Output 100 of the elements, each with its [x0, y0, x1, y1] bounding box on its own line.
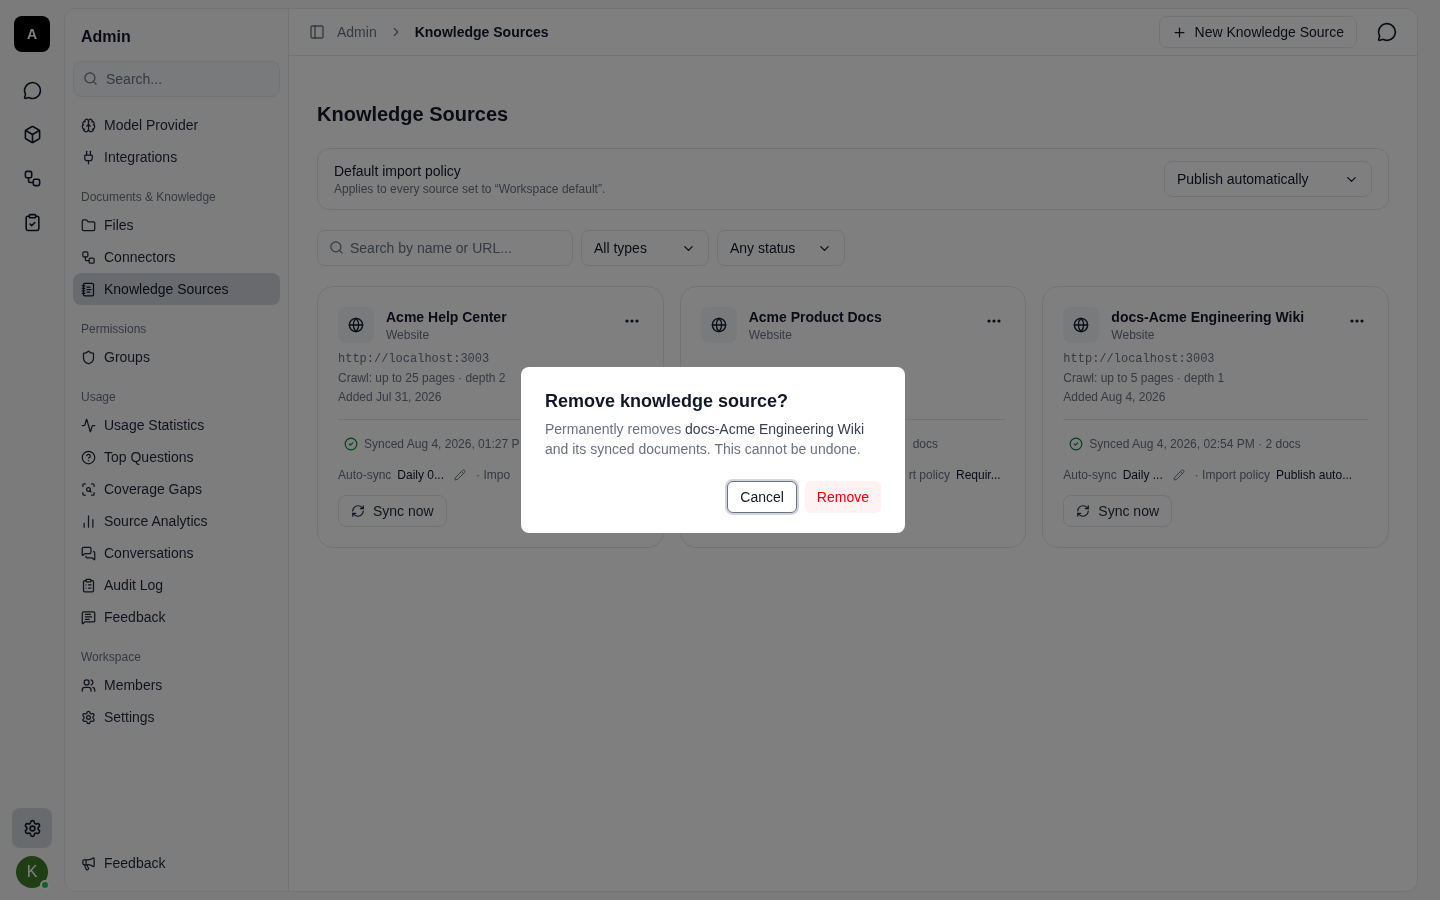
pencil-icon [454, 469, 467, 481]
auto-sync-label: Auto-sync [1063, 467, 1117, 483]
breadcrumb-item: Knowledge Sources [414, 23, 549, 42]
section-heading: Permissions [80, 321, 148, 337]
sidebar-search-field[interactable]: Search... [73, 61, 280, 97]
sidebar-nav-item[interactable]: Model Provider [73, 109, 280, 141]
policy-title: Default import policy [334, 162, 461, 181]
source-type: Website [386, 327, 430, 343]
chat-bubble-icon [22, 80, 42, 100]
sync-status: Synced Aug 4, 2026, 02:54 PM · 2 docs [1089, 435, 1301, 452]
connected-squares-icon [81, 249, 96, 265]
import-policy-label: rt policy [908, 467, 950, 483]
cancel-button[interactable]: Cancel [727, 481, 797, 513]
auto-sync-label: Auto-sync [338, 467, 392, 483]
sidebar-toggle-button[interactable] [309, 24, 325, 40]
question-circle-icon [81, 449, 96, 465]
ellipsis-icon [1350, 319, 1364, 323]
sync-status: docs [912, 435, 939, 452]
dialog-message: Permanently removes docs-Acme Engineering Wiki and its synced documents. This cannot be undone. [545, 420, 866, 459]
workspace-logo[interactable]: A [14, 16, 50, 52]
source-type: Website [1111, 327, 1155, 343]
sidebar-nav-item[interactable]: Feedback [73, 601, 280, 633]
edit-pencil-button[interactable] [1172, 469, 1185, 481]
sidebar-nav-item[interactable]: Files [73, 209, 280, 241]
shield-icon [81, 349, 96, 365]
auto-sync-value: Daily ... [1122, 467, 1163, 483]
policy-description: Applies to every source set to “Workspace default”. [334, 181, 606, 197]
clipboard-check-icon [22, 212, 42, 232]
filter-dropdown[interactable]: Any status [717, 230, 845, 266]
import-policy-label: · Import policy [1194, 467, 1271, 483]
source-name: Acme Help Center [386, 308, 507, 327]
crawl-settings: Crawl: up to 5 pages · depth 1 [1063, 370, 1225, 386]
import-policy-label: · Impo [476, 467, 511, 483]
chat-button[interactable] [1377, 22, 1397, 42]
sidebar-nav-item[interactable]: Members [73, 669, 280, 701]
cube-icon [22, 124, 42, 144]
source-type: Website [748, 327, 792, 343]
notebook-icon [81, 281, 96, 297]
sidebar-nav-item[interactable]: Knowledge Sources [73, 273, 280, 305]
chat-bubbles-icon [81, 545, 96, 561]
page-title: Knowledge Sources [317, 102, 509, 127]
connected-squares-icon [22, 168, 42, 188]
settings-button[interactable] [12, 808, 52, 848]
sidebar-nav-item[interactable]: Conversations [73, 537, 280, 569]
crawl-settings: Crawl: up to 25 pages · depth 2 [338, 370, 506, 386]
chat-bubble-icon [1377, 22, 1397, 42]
pencil-icon [1172, 469, 1185, 481]
import-policy-value: Publish auto... [1276, 467, 1353, 483]
sidebar-nav-item[interactable]: Audit Log [73, 569, 280, 601]
folder-icon [81, 217, 96, 233]
sync-now-button[interactable]: Sync now [1063, 495, 1173, 527]
globe-icon [1063, 307, 1100, 343]
search-icon [329, 240, 344, 255]
megaphone-icon [81, 855, 96, 871]
refresh-icon [351, 504, 365, 518]
sidebar-title: Admin [80, 27, 132, 47]
settings-icon [22, 818, 42, 838]
message-text-icon [81, 609, 96, 625]
source-name: Acme Product Docs [748, 308, 882, 327]
source-url: http://localhost:3003 [338, 351, 490, 367]
activity-icon [81, 417, 96, 433]
sidebar-nav-item[interactable]: Connectors [73, 241, 280, 273]
refresh-icon [1076, 504, 1091, 518]
import-policy-value: Requir... [956, 467, 1001, 483]
bar-chart-icon [81, 513, 96, 529]
users-icon [81, 677, 96, 693]
ellipsis-icon [987, 319, 1002, 323]
sidebar-nav-item[interactable]: Source Analytics [73, 505, 280, 537]
brain-icon [81, 117, 96, 133]
sync-now-button[interactable]: Sync now [338, 495, 447, 527]
added-date: Added Aug 4, 2026 [1063, 389, 1166, 405]
scan-search-icon [81, 481, 96, 497]
clipboard-list-icon [81, 577, 96, 593]
source-search-field[interactable]: Search by name or URL... [317, 230, 573, 266]
globe-icon [338, 307, 374, 343]
remove-button[interactable]: Remove [804, 481, 881, 513]
sync-status: Synced Aug 4, 2026, 01:27 P [364, 435, 520, 452]
globe-icon [700, 307, 737, 343]
sidebar-nav-item[interactable]: Top Questions [73, 441, 280, 473]
plus-icon [1171, 24, 1187, 40]
new-knowledge-source-button[interactable]: New Knowledge Source [1158, 16, 1357, 48]
sidebar-nav-item[interactable]: Groups [73, 341, 280, 373]
feedback-button[interactable]: Feedback [73, 847, 280, 879]
plug-icon [81, 149, 96, 165]
breadcrumb-item[interactable]: Admin [337, 22, 377, 42]
section-heading: Documents & Knowledge [80, 189, 217, 205]
sidebar-nav-item[interactable]: Integrations [73, 141, 280, 173]
settings-icon [81, 709, 96, 725]
user-avatar[interactable]: K [16, 856, 48, 888]
ellipsis-icon [624, 319, 639, 323]
filter-dropdown[interactable]: All types [581, 230, 709, 266]
section-heading: Workspace [80, 649, 142, 665]
sidebar-nav-item[interactable]: Usage Statistics [73, 409, 280, 441]
sidebar-nav-item[interactable]: Settings [73, 701, 280, 733]
panel-icon [309, 24, 325, 40]
edit-pencil-button[interactable] [454, 469, 467, 481]
dialog-title: Remove knowledge source? [545, 390, 789, 413]
policy-select[interactable]: Publish automatically [1164, 161, 1372, 197]
auto-sync-value: Daily 0... [397, 467, 445, 483]
sidebar-nav-item[interactable]: Coverage Gaps [73, 473, 280, 505]
